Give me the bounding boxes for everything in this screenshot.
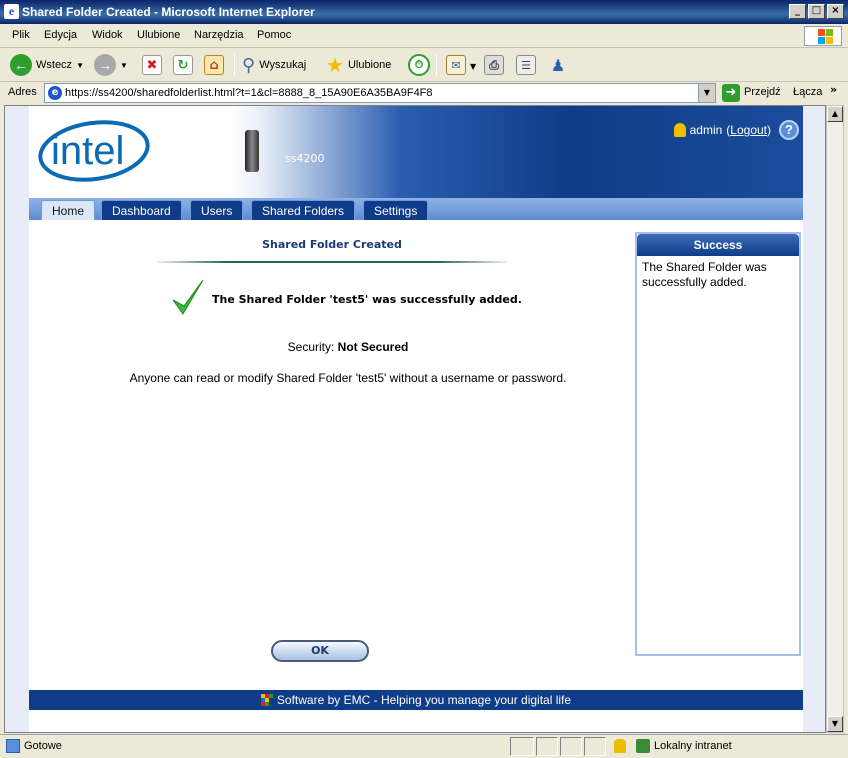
page-icon: e: [48, 86, 62, 100]
status-text: Gotowe: [24, 740, 62, 752]
page-title: Shared Folder Created: [262, 238, 402, 251]
logout-link[interactable]: Logout: [730, 123, 767, 137]
back-dropdown-icon[interactable]: ▼: [76, 61, 84, 70]
status-panel-text: The Shared Folder was successfully added…: [642, 260, 767, 289]
success-message: The Shared Folder 'test5' was successful…: [212, 293, 522, 306]
address-bar: Adres e https://ss4200/sharedfolderlist.…: [0, 82, 848, 104]
search-button[interactable]: ⚲ Wyszukaj: [242, 52, 306, 78]
username: admin: [689, 123, 723, 137]
address-label: Adres: [8, 86, 37, 98]
favorites-star-icon: ★: [326, 54, 344, 77]
page-header: intel ss4200 admin (Logout) ?: [29, 106, 803, 198]
search-icon: ⚲: [242, 54, 256, 75]
minimize-button[interactable]: _: [789, 4, 806, 19]
page-status-icon: [6, 739, 20, 753]
toolbar-overflow-icon[interactable]: »: [830, 83, 837, 96]
menu-edit[interactable]: Edycja: [44, 29, 77, 41]
status-panel-title: Success: [637, 234, 799, 256]
svg-text:intel: intel: [51, 129, 124, 173]
security-line: Security: Not Secured: [29, 340, 667, 354]
lock-icon: [614, 739, 626, 753]
forward-button[interactable]: → ▼: [94, 52, 128, 78]
title-bar: e Shared Folder Created - Microsoft Inte…: [0, 0, 848, 24]
history-icon[interactable]: ⏱: [408, 54, 430, 76]
back-arrow-icon: ←: [10, 54, 32, 76]
menu-favorites[interactable]: Ulubione: [137, 29, 180, 41]
security-label: Security:: [287, 340, 335, 354]
menu-help[interactable]: Pomoc: [257, 29, 291, 41]
status-panel: Success The Shared Folder was successful…: [635, 232, 801, 656]
web-page: intel ss4200 admin (Logout) ? Home Dashb…: [29, 106, 803, 732]
help-icon[interactable]: ?: [779, 120, 799, 140]
emc-logo-icon: [260, 694, 273, 706]
tab-users[interactable]: Users: [190, 200, 244, 220]
forward-arrow-icon: →: [94, 54, 116, 76]
tab-settings[interactable]: Settings: [363, 200, 429, 220]
page-footer: Software by EMC - Helping you manage you…: [29, 690, 803, 710]
address-url[interactable]: https://ss4200/sharedfolderlist.html?t=1…: [65, 87, 433, 99]
back-button[interactable]: ← Wstecz ▼: [10, 52, 84, 78]
messenger-icon[interactable]: ♟: [548, 55, 568, 75]
mail-icon[interactable]: ✉: [446, 55, 466, 75]
forward-dropdown-icon[interactable]: ▼: [120, 61, 128, 70]
stop-icon[interactable]: ✖: [142, 55, 162, 75]
print-icon[interactable]: ⎙: [484, 55, 504, 75]
menu-file[interactable]: Plik: [12, 29, 30, 41]
success-check-icon: [172, 279, 204, 315]
maximize-button[interactable]: □: [808, 4, 825, 19]
search-label: Wyszukaj: [259, 59, 307, 71]
scroll-up-icon[interactable]: ▲: [827, 106, 843, 122]
tab-dashboard[interactable]: Dashboard: [101, 200, 182, 220]
tab-shared-folders[interactable]: Shared Folders: [251, 200, 356, 220]
windows-logo-icon: [804, 26, 842, 46]
window-title: Shared Folder Created - Microsoft Intern…: [22, 5, 315, 19]
browser-viewport: intel ss4200 admin (Logout) ? Home Dashb…: [4, 105, 826, 733]
ie-app-icon: e: [4, 4, 19, 19]
favorites-label: Ulubione: [347, 59, 392, 71]
home-icon[interactable]: ⌂: [204, 55, 224, 75]
go-button[interactable]: Przejdź: [744, 86, 781, 98]
menu-view[interactable]: Widok: [92, 29, 123, 41]
footer-text: Software by EMC - Helping you manage you…: [276, 693, 572, 707]
title-divider: [157, 261, 507, 263]
scroll-down-icon[interactable]: ▼: [827, 716, 843, 732]
user-area: admin (Logout) ?: [673, 120, 799, 140]
security-warning: Anyone can read or modify Shared Folder …: [129, 371, 567, 385]
ok-button[interactable]: OK: [271, 640, 369, 662]
vertical-scrollbar[interactable]: ▲ ▼: [826, 105, 844, 733]
edit-icon[interactable]: ☰: [516, 55, 536, 75]
refresh-icon[interactable]: ↻: [173, 55, 193, 75]
back-label: Wstecz: [36, 59, 73, 71]
zone-label: Lokalny intranet: [654, 740, 732, 752]
device-icon: [245, 130, 259, 172]
tab-home[interactable]: Home: [41, 200, 96, 220]
security-value: Not Secured: [337, 340, 409, 354]
user-icon: [673, 123, 686, 137]
links-button[interactable]: Łącza: [793, 86, 822, 98]
mail-dropdown-icon[interactable]: ▼: [470, 62, 476, 71]
address-input[interactable]: e https://ss4200/sharedfolderlist.html?t…: [44, 83, 716, 103]
close-button[interactable]: ×: [827, 4, 844, 19]
status-bar: Gotowe Lokalny intranet: [0, 734, 848, 758]
toolbar: ← Wstecz ▼ → ▼ ✖ ↻ ⌂ ⚲ Wyszukaj ★ Ulubio…: [0, 48, 848, 82]
device-name: ss4200: [285, 152, 325, 165]
intranet-zone-icon: [636, 739, 650, 753]
address-dropdown-icon[interactable]: ▼: [698, 84, 715, 102]
menu-tools[interactable]: Narzędzia: [194, 29, 244, 41]
intel-logo: intel: [38, 120, 150, 182]
go-arrow-icon[interactable]: ➜: [722, 84, 740, 102]
tab-bar: Home Dashboard Users Shared Folders Sett…: [29, 198, 803, 220]
menu-bar: Plik Edycja Widok Ulubione Narzędzia Pom…: [0, 24, 848, 48]
favorites-button[interactable]: ★ Ulubione: [326, 52, 391, 78]
